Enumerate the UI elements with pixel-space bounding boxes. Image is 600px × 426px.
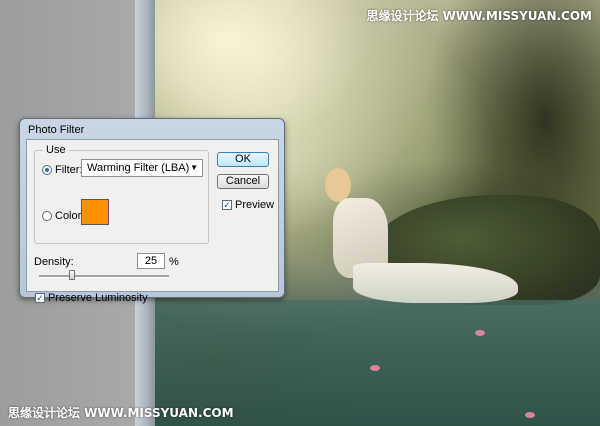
preserve-luminosity-checkbox[interactable]: ✓ (35, 293, 45, 303)
photo-filter-dialog: Photo Filter Use Filter: Warming Filter … (19, 118, 285, 304)
preview-label[interactable]: Preview (235, 199, 274, 211)
woman-figure (313, 168, 518, 308)
color-label[interactable]: Color: (55, 210, 84, 222)
ok-button[interactable]: OK (217, 152, 269, 167)
filter-dropdown-value: Warming Filter (LBA) (87, 162, 190, 174)
water-lily (370, 365, 380, 371)
density-slider[interactable] (39, 270, 169, 280)
cancel-button[interactable]: Cancel (217, 174, 269, 189)
water-lily (525, 412, 535, 418)
watermark-bottom: 思缘设计论坛 WWW.MISSYUAN.COM (8, 406, 234, 420)
filter-dropdown[interactable]: Warming Filter (LBA) ▼ (81, 159, 203, 177)
density-label: Density: (34, 256, 74, 268)
color-swatch[interactable] (81, 199, 109, 225)
density-slider-thumb[interactable] (68, 270, 75, 280)
use-group: Use Filter: Warming Filter (LBA) ▼ Color… (34, 144, 209, 244)
figure-head (325, 168, 351, 202)
chevron-down-icon: ▼ (190, 163, 198, 172)
water-lily (475, 330, 485, 336)
filter-radio[interactable] (42, 165, 52, 175)
use-group-label: Use (43, 144, 69, 156)
density-unit: % (169, 256, 179, 268)
preserve-luminosity-label[interactable]: Preserve Luminosity (48, 292, 148, 304)
density-input[interactable]: 25 (137, 253, 165, 269)
preview-checkbox[interactable]: ✓ (222, 200, 232, 210)
color-radio[interactable] (42, 211, 52, 221)
watermark-top: 思缘设计论坛 WWW.MISSYUAN.COM (366, 9, 592, 23)
dialog-title: Photo Filter (28, 124, 85, 136)
filter-label[interactable]: Filter: (55, 164, 83, 176)
dialog-body: Use Filter: Warming Filter (LBA) ▼ Color… (26, 139, 279, 304)
